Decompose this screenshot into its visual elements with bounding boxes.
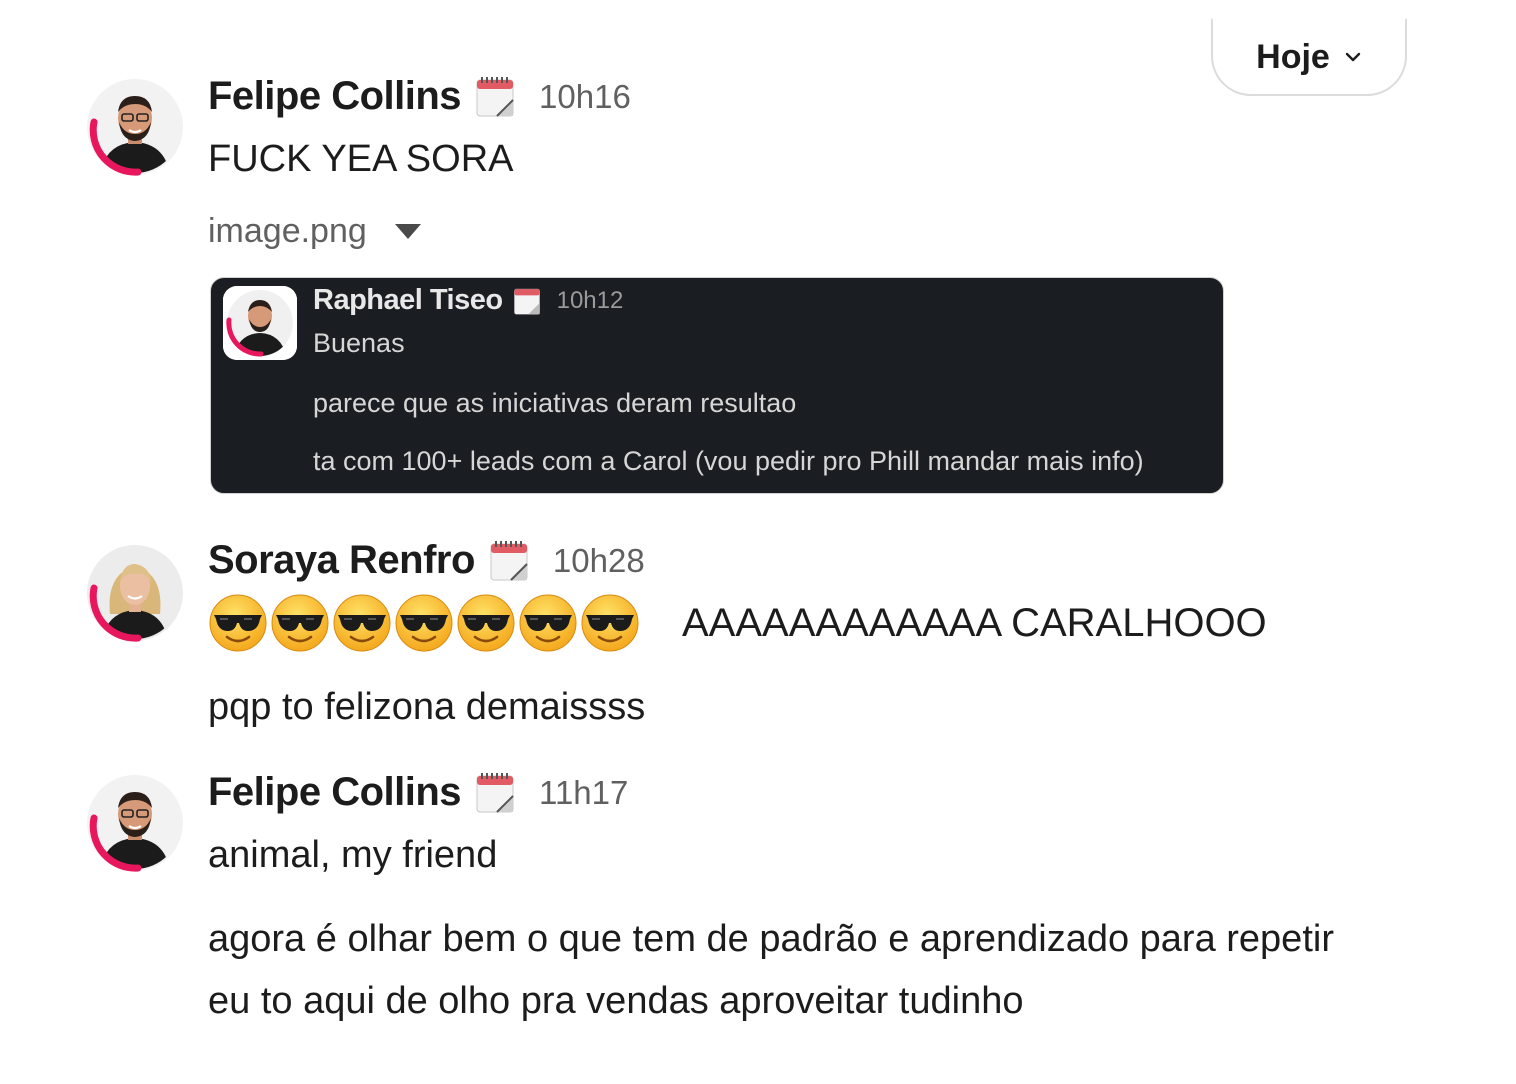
author-name[interactable]: Felipe Collins <box>208 770 462 815</box>
embed-text: parece que as iniciativas deram resultao <box>313 388 797 418</box>
attachment-header: image.png <box>208 212 421 251</box>
chevron-down-icon <box>1344 48 1362 66</box>
calendar-icon <box>489 540 529 582</box>
avatar[interactable] <box>86 78 184 176</box>
date-divider-button[interactable]: Hoje <box>1211 18 1407 96</box>
calendar-icon <box>513 286 541 316</box>
timestamp[interactable]: 10h28 <box>553 542 645 580</box>
attachment-filename[interactable]: image.png <box>208 212 367 251</box>
message-text: AAAAAAAAAAAA CARALHOOO <box>682 600 1267 645</box>
message-text: animal, my friend <box>208 834 498 876</box>
message-text: pqp to felizona demaissss <box>208 686 646 728</box>
avatar[interactable] <box>86 544 184 642</box>
sunglasses-emoji <box>456 593 516 653</box>
embed-author-name: Raphael Tiseo <box>313 284 503 316</box>
timestamp[interactable]: 10h16 <box>539 78 631 116</box>
embed-timestamp: 10h12 <box>556 286 624 314</box>
author-name[interactable]: Felipe Collins <box>208 74 462 119</box>
sunglasses-emoji <box>208 593 268 653</box>
embed-text: Buenas <box>313 328 405 358</box>
sunglasses-emoji <box>518 593 578 653</box>
emoji-row: AAAAAAAAAAAA CARALHOOO <box>208 593 1267 653</box>
image-attachment[interactable]: Raphael Tiseo 10h12 Buenas parece que as… <box>210 277 1224 494</box>
embed-text: ta com 100+ leads com a Carol (vou pedir… <box>313 446 1144 476</box>
timestamp[interactable]: 11h17 <box>539 774 628 812</box>
sunglasses-emoji <box>580 593 640 653</box>
message-text: FUCK YEA SORA <box>208 138 514 180</box>
calendar-icon <box>475 772 515 814</box>
avatar <box>223 286 297 360</box>
date-divider-label: Hoje <box>1256 37 1330 76</box>
sunglasses-emoji <box>332 593 392 653</box>
calendar-icon <box>475 76 515 118</box>
avatar[interactable] <box>86 774 184 872</box>
caret-down-icon[interactable] <box>394 224 421 239</box>
sunglasses-emoji <box>394 593 454 653</box>
author-name[interactable]: Soraya Renfro <box>208 538 475 583</box>
sunglasses-emoji <box>270 593 330 653</box>
message-text: agora é olhar bem o que tem de padrão e … <box>208 918 1334 960</box>
message-text: eu to aqui de olho pra vendas aproveitar… <box>208 980 1024 1022</box>
